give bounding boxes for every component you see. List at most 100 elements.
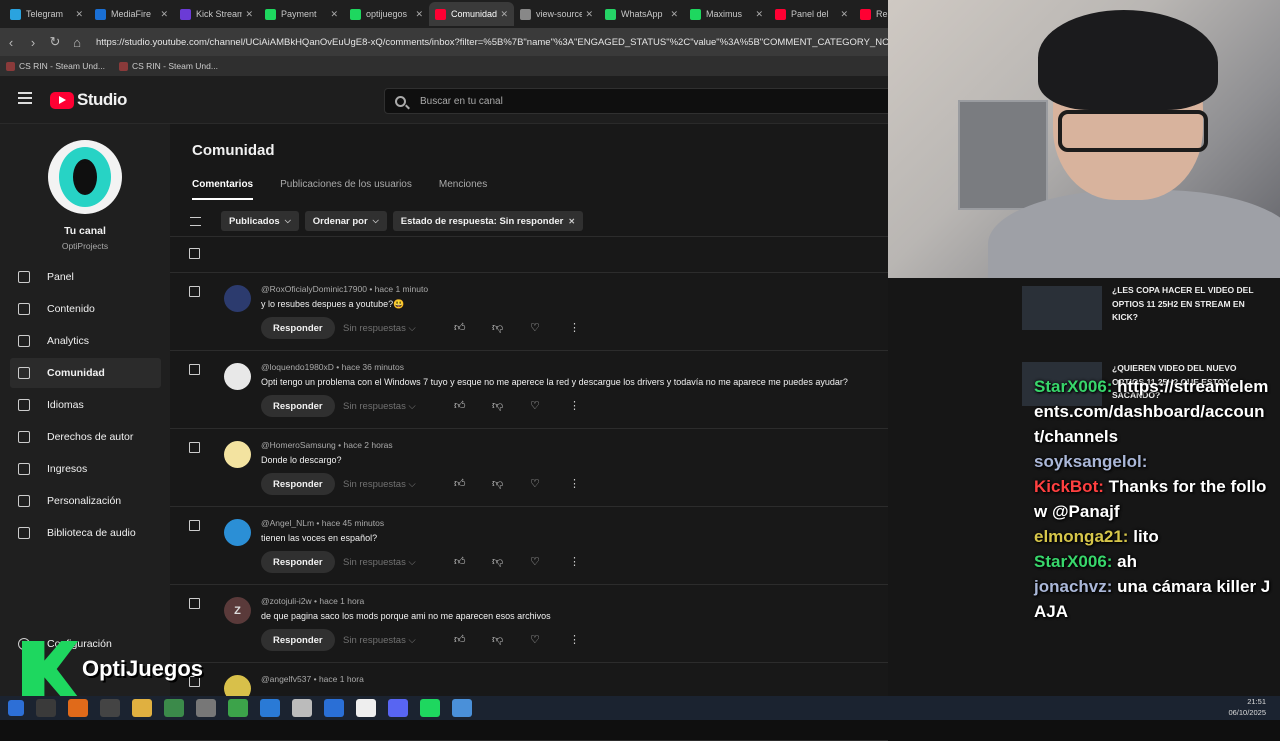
sidebar-item-customization[interactable]: Personalización <box>10 486 161 516</box>
comment-author[interactable]: @loquendo1980xD • hace 36 minutos <box>261 362 404 372</box>
sidebar-item-dollar[interactable]: Ingresos <box>10 454 161 484</box>
sidebar-item-audio-library[interactable]: Biblioteca de audio <box>10 518 161 548</box>
browser-tab[interactable]: Panel del ✕ <box>769 2 854 26</box>
kick-icon[interactable] <box>420 699 440 717</box>
system-clock[interactable]: 21:51 06/10/2025 <box>1228 696 1266 718</box>
video-thumbnail[interactable] <box>1022 286 1102 330</box>
chat-username[interactable]: StarX006: <box>1034 552 1112 571</box>
like-icon[interactable]: 👍︎ <box>454 321 466 334</box>
replies-dropdown[interactable]: Sin respuestas ⌵ <box>343 635 416 646</box>
comment-checkbox[interactable] <box>189 442 200 453</box>
discord-icon[interactable] <box>388 699 408 717</box>
chat-username[interactable]: StarX006: <box>1034 377 1112 396</box>
sort-by-chip[interactable]: Ordenar por ⌵ <box>304 211 387 231</box>
browser-tab[interactable]: Maximus ✕ <box>684 2 769 26</box>
reply-button[interactable]: Responder <box>261 395 335 417</box>
chat-username[interactable]: KickBot: <box>1034 477 1104 496</box>
dislike-icon[interactable]: 👎︎ <box>492 633 503 646</box>
bookmark-item[interactable]: CS RIN - Steam Und... <box>118 61 218 71</box>
comment-author[interactable]: @Angel_NLm • hace 45 minutos <box>261 518 384 528</box>
comment-author[interactable]: @RoxOficialyDominic17900 • hace 1 minuto <box>261 284 428 294</box>
studio-logo[interactable]: Studio <box>50 90 127 110</box>
menu-icon[interactable] <box>18 92 32 104</box>
vscode-icon[interactable] <box>260 699 280 717</box>
browser-tab[interactable]: Telegram ✕ <box>4 2 89 26</box>
sidebar-item-dashboard[interactable]: Panel <box>10 262 161 292</box>
dislike-icon[interactable]: 👎︎ <box>492 399 503 412</box>
replies-dropdown[interactable]: Sin respuestas ⌵ <box>343 401 416 412</box>
sidebar-item-subtitles[interactable]: Idiomas <box>10 390 161 420</box>
filter-icon[interactable] <box>190 216 201 226</box>
heart-icon[interactable]: ♡ <box>530 321 540 334</box>
close-tab-icon[interactable]: ✕ <box>157 9 168 20</box>
close-tab-icon[interactable]: ✕ <box>242 9 253 20</box>
like-icon[interactable]: 👍︎ <box>454 477 466 490</box>
replies-dropdown[interactable]: Sin respuestas ⌵ <box>343 323 416 334</box>
sidebar-item-community[interactable]: Comunidad <box>10 358 161 388</box>
browser-tab[interactable]: Comunidad ✕ <box>429 2 514 26</box>
reply-button[interactable]: Responder <box>261 629 335 651</box>
browser-tab[interactable]: MediaFire ✕ <box>89 2 174 26</box>
sidebar-item-analytics[interactable]: Analytics <box>10 326 161 356</box>
firefox-icon[interactable] <box>68 699 88 717</box>
close-tab-icon[interactable]: ✕ <box>327 9 338 20</box>
taskbar-app-icon[interactable] <box>452 699 472 717</box>
commenter-avatar[interactable] <box>224 285 251 312</box>
more-options-icon[interactable]: ⋮ <box>569 477 580 490</box>
7zip-icon[interactable] <box>356 699 376 717</box>
close-tab-icon[interactable]: ✕ <box>72 9 83 20</box>
comment-checkbox[interactable] <box>189 364 200 375</box>
forward-icon[interactable]: › <box>22 35 44 50</box>
close-tab-icon[interactable]: ✕ <box>412 9 423 20</box>
commenter-avatar[interactable] <box>224 441 251 468</box>
reply-button[interactable]: Responder <box>261 317 335 339</box>
windows-start-icon[interactable] <box>8 700 24 716</box>
tab-mentions[interactable]: Menciones <box>439 179 487 200</box>
like-icon[interactable]: 👍︎ <box>454 555 466 568</box>
taskbar-app-icon[interactable] <box>228 699 248 717</box>
comment-checkbox[interactable] <box>189 598 200 609</box>
commenter-avatar[interactable] <box>224 519 251 546</box>
tab-user-posts[interactable]: Publicaciones de los usuarios <box>280 179 412 200</box>
folder-icon[interactable] <box>132 699 152 717</box>
filter-published-chip[interactable]: Publicados ⌵ <box>221 211 299 231</box>
chat-username[interactable]: elmonga21: <box>1034 527 1128 546</box>
close-tab-icon[interactable]: ✕ <box>752 9 763 20</box>
reload-icon[interactable]: ↻ <box>44 34 66 50</box>
browser-tab[interactable]: view-source ✕ <box>514 2 599 26</box>
browser-tab[interactable]: optijuegos ✕ <box>344 2 429 26</box>
home-icon[interactable]: ⌂ <box>66 35 88 50</box>
close-tab-icon[interactable]: ✕ <box>497 9 508 20</box>
comment-checkbox[interactable] <box>189 286 200 297</box>
bookmark-item[interactable]: CS RIN - Steam Und... <box>6 61 105 71</box>
more-options-icon[interactable]: ⋮ <box>569 555 580 568</box>
sidebar-item-content[interactable]: Contenido <box>10 294 161 324</box>
reply-button[interactable]: Responder <box>261 551 335 573</box>
heart-icon[interactable]: ♡ <box>530 477 540 490</box>
taskbar-app-icon[interactable] <box>196 699 216 717</box>
sidebar-item-copyright[interactable]: Derechos de autor <box>10 422 161 452</box>
replies-dropdown[interactable]: Sin respuestas ⌵ <box>343 479 416 490</box>
taskbar-app-icon[interactable] <box>36 699 56 717</box>
commenter-avatar[interactable]: Z <box>224 597 251 624</box>
search-input[interactable]: Buscar en tu canal <box>384 88 894 114</box>
comment-author[interactable]: @zotojuli-i2w • hace 1 hora <box>261 596 364 606</box>
close-tab-icon[interactable]: ✕ <box>837 9 848 20</box>
browser-tab[interactable]: WhatsApp ✕ <box>599 2 684 26</box>
replies-dropdown[interactable]: Sin respuestas ⌵ <box>343 557 416 568</box>
like-icon[interactable]: 👍︎ <box>454 633 466 646</box>
reply-button[interactable]: Responder <box>261 473 335 495</box>
more-options-icon[interactable]: ⋮ <box>569 633 580 646</box>
heart-icon[interactable]: ♡ <box>530 555 540 568</box>
dislike-icon[interactable]: 👎︎ <box>492 477 503 490</box>
more-options-icon[interactable]: ⋮ <box>569 399 580 412</box>
browser-tab[interactable]: Kick Stream ✕ <box>174 2 259 26</box>
channel-avatar[interactable] <box>48 140 122 214</box>
close-tab-icon[interactable]: ✕ <box>582 9 593 20</box>
commenter-avatar[interactable] <box>224 363 251 390</box>
dislike-icon[interactable]: 👎︎ <box>492 555 503 568</box>
taskbar-app-icon[interactable] <box>324 699 344 717</box>
back-icon[interactable]: ‹ <box>0 35 22 50</box>
dislike-icon[interactable]: 👎︎ <box>492 321 503 334</box>
heart-icon[interactable]: ♡ <box>530 399 540 412</box>
